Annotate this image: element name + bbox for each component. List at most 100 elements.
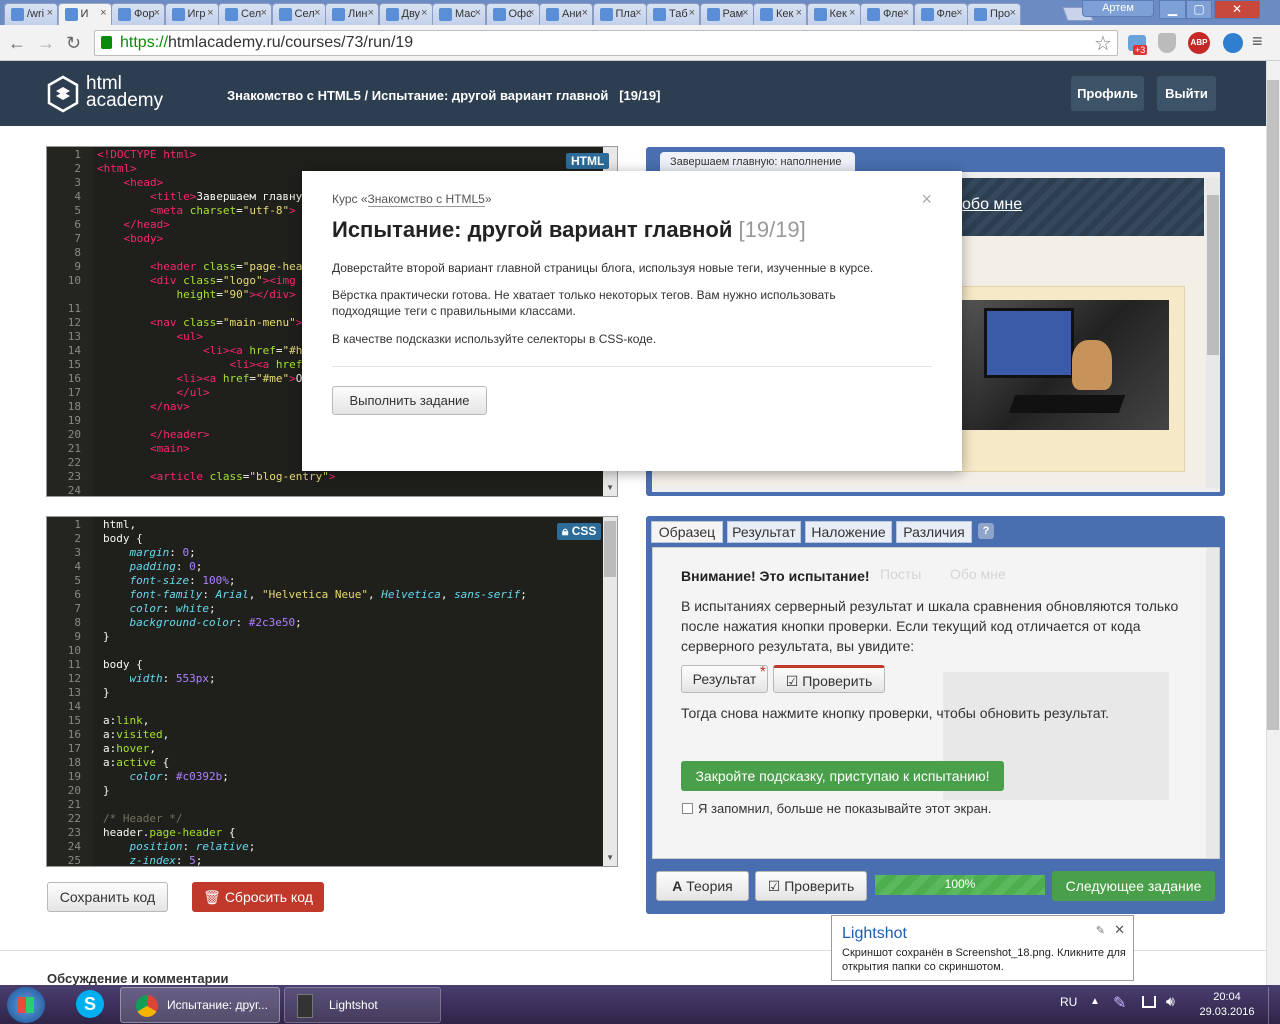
pin-icon[interactable]: ✎: [1096, 924, 1105, 937]
tray-expand-icon[interactable]: ▲: [1090, 996, 1100, 1007]
preview-tab[interactable]: Завершаем главную: наполнение ·: [660, 152, 855, 180]
css-badge: 🔒︎ CSS: [557, 523, 602, 540]
shield-icon[interactable]: [1158, 33, 1176, 53]
maximize-window-button[interactable]: ▢: [1186, 0, 1212, 19]
logout-link[interactable]: Выйти: [1157, 76, 1216, 111]
browser-tab[interactable]: Кек ×: [753, 3, 807, 25]
browser-tab[interactable]: Мас ×: [432, 3, 486, 25]
lightshot-task-button[interactable]: Lightshot: [284, 987, 441, 1023]
browser-tab[interactable]: Таб ×: [646, 3, 700, 25]
browser-tab[interactable]: И ×: [57, 3, 112, 25]
start-button[interactable]: [7, 987, 45, 1023]
show-desktop-button[interactable]: [1268, 987, 1280, 1024]
save-code-button[interactable]: Сохранить код: [47, 882, 168, 912]
browser-tab[interactable]: Лин ×: [325, 3, 379, 25]
browser-tab[interactable]: Сел ×: [218, 3, 272, 25]
browser-tab[interactable]: Фор ×: [111, 3, 165, 25]
network-icon[interactable]: [1142, 996, 1156, 1008]
forward-icon[interactable]: →: [37, 33, 55, 54]
panel-tab[interactable]: Образец: [651, 521, 723, 543]
tab-close-icon[interactable]: ×: [314, 7, 320, 19]
skype-icon[interactable]: S: [76, 990, 104, 1018]
preview-nav-link[interactable]: обо мне: [962, 196, 1022, 214]
clock[interactable]: 20:04 29.03.2016: [1196, 990, 1258, 1020]
scroll-down-icon[interactable]: ▼: [606, 483, 614, 492]
lightshot-tray-icon[interactable]: ✎: [1113, 993, 1126, 1013]
breadcrumb-course[interactable]: Знакомство с HTML5: [227, 88, 361, 103]
browser-tab[interactable]: Дву ×: [378, 3, 433, 25]
tab-close-icon[interactable]: ×: [528, 7, 534, 19]
css-scroll-down-icon[interactable]: ▼: [606, 853, 614, 862]
tab-close-icon[interactable]: ×: [47, 7, 53, 19]
close-hint-button[interactable]: Закройте подсказку, приступаю к испытани…: [681, 761, 1004, 791]
browser-tab[interactable]: Фле ×: [860, 3, 914, 25]
check-button[interactable]: ☑ Проверить: [755, 871, 867, 901]
reset-code-button[interactable]: 🗑︎ Сбросить код: [192, 882, 324, 912]
theory-button[interactable]: A Теория: [656, 871, 749, 901]
tab-close-icon[interactable]: ×: [1010, 7, 1016, 19]
tab-close-icon[interactable]: ×: [742, 7, 748, 19]
remember-checkbox[interactable]: [682, 803, 693, 814]
adblock-icon[interactable]: ABP: [1188, 32, 1210, 54]
minimize-window-button[interactable]: ▁: [1159, 0, 1186, 19]
modal-course-link[interactable]: Знакомство с HTML5: [367, 192, 485, 207]
tab-close-icon[interactable]: ×: [207, 7, 213, 19]
browser-tab[interactable]: Офс ×: [485, 3, 540, 25]
site-logo[interactable]: html academy: [86, 74, 163, 110]
css-editor[interactable]: 1 2 3 4 5 6 7 8 9 10 11 12 13 14 15 16 1…: [46, 516, 618, 867]
tab-close-icon[interactable]: ×: [368, 7, 374, 19]
browser-tab[interactable]: /wri ×: [4, 3, 58, 25]
tab-close-icon[interactable]: ×: [261, 7, 267, 19]
tab-favicon-icon: [760, 8, 773, 21]
tab-close-icon[interactable]: ×: [796, 7, 802, 19]
reload-icon[interactable]: ↻: [66, 33, 81, 54]
browser-tab[interactable]: Ани ×: [539, 3, 593, 25]
html-code[interactable]: <!DOCTYPE html> <html> <head> <title>Зав…: [97, 148, 335, 484]
css-code[interactable]: html, body { margin: 0; padding: 0; font…: [103, 518, 527, 868]
panel-tab[interactable]: Результат: [727, 521, 801, 543]
tab-close-icon[interactable]: ×: [635, 7, 641, 19]
tab-close-icon[interactable]: ×: [903, 7, 909, 19]
tab-close-icon[interactable]: ×: [421, 7, 427, 19]
modal-close-icon[interactable]: ×: [921, 189, 932, 210]
browser-tab[interactable]: Рам ×: [699, 3, 754, 25]
volume-icon[interactable]: 🔊︎: [1166, 993, 1175, 1010]
preview-scroll-thumb[interactable]: [1207, 195, 1219, 355]
browser-tab[interactable]: Кек ×: [806, 3, 861, 25]
tab-close-icon[interactable]: ×: [689, 7, 695, 19]
tab-close-icon[interactable]: ×: [475, 7, 481, 19]
css-scroll-thumb[interactable]: [604, 521, 616, 577]
tab-close-icon[interactable]: ×: [582, 7, 588, 19]
language-indicator[interactable]: RU: [1060, 995, 1077, 1009]
browser-tab[interactable]: Пла ×: [592, 3, 647, 25]
page-scrollbar-thumb[interactable]: [1267, 80, 1279, 730]
menu-icon[interactable]: ≡: [1252, 31, 1263, 52]
browser-tab[interactable]: Игр ×: [164, 3, 219, 25]
next-task-button[interactable]: Следующее задание: [1052, 871, 1215, 901]
panel-tab[interactable]: Различия: [896, 521, 972, 543]
profile-link[interactable]: Профиль: [1071, 76, 1144, 111]
hint-scrollbar[interactable]: [1206, 548, 1219, 858]
result-button[interactable]: Результат *: [681, 664, 768, 693]
back-icon[interactable]: ←: [8, 33, 26, 54]
check-hint-button[interactable]: ☑ Проверить: [773, 665, 885, 693]
tab-close-icon[interactable]: ×: [956, 7, 962, 19]
tab-close-icon[interactable]: ×: [849, 7, 855, 19]
bookmark-star-icon[interactable]: ☆: [1094, 31, 1112, 56]
start-task-button[interactable]: Выполнить задание: [332, 386, 487, 415]
tab-close-icon[interactable]: ×: [100, 7, 106, 19]
chrome-task-button[interactable]: Испытание: друг...: [120, 987, 280, 1023]
academy-logo-icon[interactable]: [47, 75, 79, 113]
browser-tab[interactable]: Фле ×: [913, 3, 968, 25]
tab-favicon-icon: [332, 8, 345, 21]
help-icon[interactable]: ?: [978, 523, 994, 539]
close-window-button[interactable]: ✕: [1214, 0, 1260, 19]
lightshot-notification[interactable]: Lightshot ✎ ✕ Скриншот сохранён в Screen…: [831, 915, 1134, 981]
tab-close-icon[interactable]: ×: [154, 7, 160, 19]
browser-tab[interactable]: Сел ×: [271, 3, 326, 25]
lightshot-close-icon[interactable]: ✕: [1114, 922, 1125, 938]
profile-button[interactable]: Артем: [1082, 0, 1154, 17]
globe-icon[interactable]: [1223, 33, 1243, 53]
browser-tab[interactable]: Про ×: [967, 3, 1021, 25]
panel-tab[interactable]: Наложение: [805, 521, 892, 543]
